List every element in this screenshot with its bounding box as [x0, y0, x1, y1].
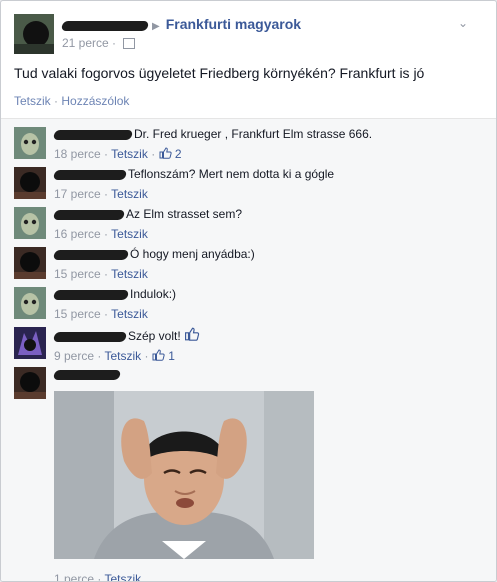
commenter-avatar[interactable]	[14, 247, 46, 279]
comment-body: Szép volt! 9 perce · Tetszik · 1	[52, 327, 474, 364]
comment-text: Teflonszám? Mert nem dotta ki a gógle	[128, 167, 335, 181]
thumbs-up-icon[interactable]	[159, 147, 172, 159]
comment-body: Az Elm strasset sem? 16 perce · Tetszik	[52, 207, 474, 242]
comment-text: Az Elm strasset sem?	[126, 207, 243, 221]
comment-like-button[interactable]: Tetszik	[105, 349, 142, 363]
commenter-avatar[interactable]	[14, 127, 46, 159]
comment-meta: 15 perce · Tetszik	[54, 307, 474, 322]
comment-text: Ó hogy menj anyádba:)	[130, 247, 255, 261]
commenter-avatar[interactable]	[14, 207, 46, 239]
separator: ·	[144, 349, 149, 363]
author-line: ▶ Frankfurti magyarok	[60, 16, 301, 32]
post-meta: 21 perce ·	[62, 36, 136, 50]
thumbs-up-icon[interactable]	[152, 349, 165, 361]
comment-meta: 15 perce · Tetszik	[54, 267, 474, 282]
comment-text: Indulok:)	[130, 287, 177, 301]
redacted-commenter-name	[52, 249, 130, 260]
comment-like-button[interactable]: Tetszik	[111, 227, 148, 241]
post-timestamp[interactable]: 21 perce	[62, 36, 109, 50]
comment-meta: 16 perce · Tetszik	[54, 227, 474, 242]
author-avatar[interactable]	[14, 14, 54, 54]
comment-timestamp[interactable]: 18 perce	[54, 147, 101, 161]
comment-meta: 9 perce · Tetszik · 1	[54, 349, 474, 364]
post-card: ▶ Frankfurti magyarok 21 perce · ⌄ Tud va…	[0, 0, 497, 582]
like-button[interactable]: Tetszik	[14, 94, 51, 108]
chevron-down-icon[interactable]: ⌄	[458, 16, 468, 30]
redacted-commenter-name	[52, 209, 126, 220]
comment-like-button[interactable]: Tetszik	[111, 187, 148, 201]
comment-meta: 18 perce · Tetszik · 2	[54, 147, 474, 162]
separator: ·	[54, 94, 59, 108]
comment-like-button[interactable]: Tetszik	[111, 147, 148, 161]
comment-like-button[interactable]: Tetszik	[111, 267, 148, 281]
separator: ·	[151, 147, 156, 161]
thumbs-up-icon[interactable]	[184, 327, 200, 341]
comment-body: Dr. Fred krueger , Frankfurt Elm strasse…	[52, 127, 474, 162]
separator: ·	[112, 36, 117, 50]
comment-timestamp[interactable]: 16 perce	[54, 227, 101, 241]
audience-icon[interactable]	[123, 38, 136, 50]
redacted-commenter-name	[52, 289, 130, 300]
commenter-avatar[interactable]	[14, 167, 46, 199]
comment-button[interactable]: Hozzászólok	[61, 94, 129, 108]
comment-body	[52, 367, 474, 382]
separator: ·	[104, 267, 109, 281]
comment-timestamp[interactable]: 9 perce	[54, 349, 94, 363]
separator: ·	[104, 307, 109, 321]
comment-body: Indulok:) 15 perce · Tetszik	[52, 287, 474, 322]
comment-body: Teflonszám? Mert nem dotta ki a gógle 17…	[52, 167, 474, 202]
commenter-avatar[interactable]	[14, 327, 46, 359]
commenter-avatar[interactable]	[14, 287, 46, 319]
comment-body: 1 perce · Tetszik	[54, 567, 474, 582]
comment-like-count[interactable]: 2	[175, 147, 182, 161]
comment-meta: 1 perce · Tetszik	[54, 572, 474, 582]
redacted-commenter-name	[52, 129, 134, 140]
comment-timestamp[interactable]: 15 perce	[54, 307, 101, 321]
redacted-commenter-name	[52, 169, 128, 180]
separator: ·	[97, 572, 102, 582]
post-header: ▶ Frankfurti magyarok 21 perce · ⌄	[14, 14, 474, 54]
comment-like-button[interactable]: Tetszik	[105, 572, 142, 581]
post-actions: Tetszik · Hozzászólok	[14, 94, 129, 108]
commenter-avatar[interactable]	[14, 367, 46, 399]
comment-timestamp[interactable]: 15 perce	[54, 267, 101, 281]
post-text: Tud valaki fogorvos ügyeletet Friedberg …	[14, 65, 425, 81]
comment-text: Szép volt!	[128, 329, 181, 343]
comment-timestamp[interactable]: 1 perce	[54, 572, 94, 581]
comment-like-count[interactable]: 1	[168, 349, 175, 363]
comment-timestamp[interactable]: 17 perce	[54, 187, 101, 201]
separator: ·	[104, 187, 109, 201]
redacted-commenter-name	[52, 369, 122, 380]
comments-section: Dr. Fred krueger , Frankfurt Elm strasse…	[1, 118, 496, 582]
separator: ·	[97, 349, 102, 363]
separator: ·	[104, 147, 109, 161]
group-name-link[interactable]: Frankfurti magyarok	[166, 16, 301, 32]
arrow-right-icon: ▶	[152, 21, 160, 32]
redacted-author-name	[60, 20, 150, 31]
comment-text: Dr. Fred krueger , Frankfurt Elm strasse…	[134, 127, 373, 141]
comment-body: Ó hogy menj anyádba:) 15 perce · Tetszik	[52, 247, 474, 282]
comment-image-confused-man[interactable]	[54, 391, 314, 559]
redacted-commenter-name	[52, 331, 128, 342]
comment-like-button[interactable]: Tetszik	[111, 307, 148, 321]
comment-meta: 17 perce · Tetszik	[54, 187, 474, 202]
separator: ·	[104, 227, 109, 241]
